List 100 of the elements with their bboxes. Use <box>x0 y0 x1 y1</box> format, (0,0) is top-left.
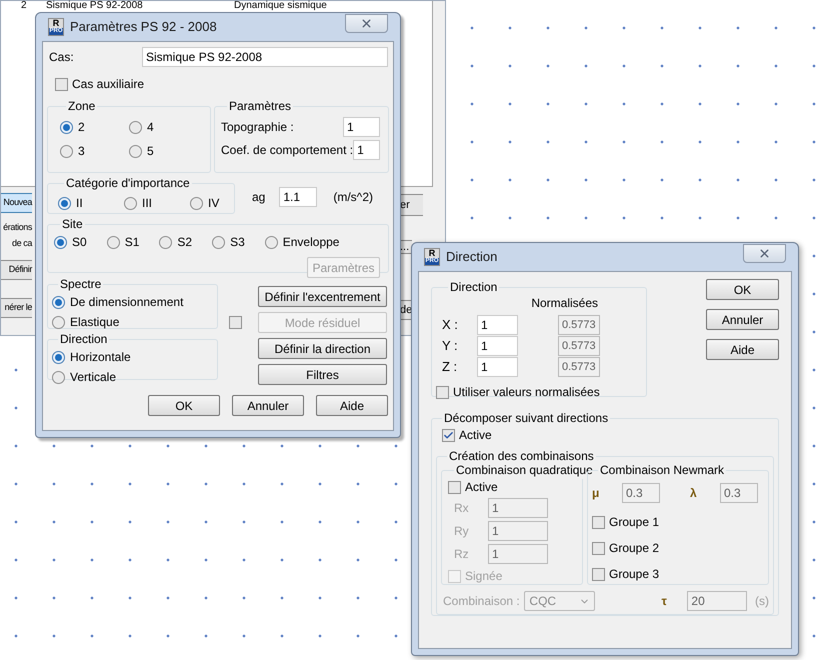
radio-label: III <box>142 195 152 212</box>
checkbox-label: Signée <box>465 568 502 585</box>
input-field[interactable]: 1 <box>343 117 380 137</box>
radio-label: S2 <box>177 234 192 251</box>
radio-label: IV <box>208 195 220 212</box>
group-title: Zone <box>67 98 96 115</box>
radio-label: II <box>76 195 83 212</box>
input-field[interactable]: 1.1 <box>279 187 318 207</box>
radio-button[interactable] <box>52 316 65 328</box>
input-field[interactable]: 0.5773 <box>558 315 600 335</box>
close-button[interactable] <box>743 244 786 262</box>
checkbox-label: Utiliser valeurs normalisées <box>453 384 600 401</box>
input-field[interactable]: Sismique PS 92-2008 <box>142 47 388 67</box>
push-button[interactable]: Définir <box>1 260 32 280</box>
dropdown-value: CQC <box>529 593 556 610</box>
radio-label: S3 <box>230 234 245 251</box>
input-field[interactable]: 1 <box>477 336 518 356</box>
close-icon <box>758 246 771 260</box>
push-button[interactable]: nérer le <box>1 298 32 318</box>
field-label: Ry <box>453 523 470 540</box>
axis-label: Y : <box>442 337 459 356</box>
push-button[interactable]: Nouvea <box>1 193 32 213</box>
group-title: Site <box>61 216 84 233</box>
radio-button[interactable] <box>52 350 65 364</box>
push-button[interactable]: Définir la direction <box>258 338 387 359</box>
axis-label: X : <box>442 316 459 334</box>
field-label: Rz <box>453 546 470 563</box>
push-button[interactable]: Aide <box>706 339 779 360</box>
checkbox-label: Groupe 2 <box>609 540 660 557</box>
push-button[interactable]: Filtres <box>258 364 387 385</box>
radio-button[interactable] <box>129 144 142 158</box>
field-label: ag <box>252 189 266 206</box>
radio-button[interactable] <box>129 120 142 134</box>
close-button[interactable] <box>345 14 388 32</box>
radio-label: S0 <box>72 234 87 251</box>
group-title: Combinaison quadratique <box>455 462 594 479</box>
close-icon <box>360 16 373 30</box>
field-label: Cas: <box>48 49 75 66</box>
input-field[interactable]: 0.5773 <box>558 336 600 356</box>
group-title: Création des combinaisons <box>448 448 595 465</box>
checkbox[interactable] <box>55 78 68 90</box>
radio-label: 5 <box>147 143 154 160</box>
radio-label: 2 <box>78 119 85 136</box>
radio-button[interactable] <box>190 196 203 210</box>
radio-button[interactable] <box>54 236 67 248</box>
label-text: érations <box>2 220 32 234</box>
radio-label: Verticale <box>70 369 116 386</box>
checkbox[interactable] <box>592 542 605 554</box>
push-button[interactable]: OK <box>706 279 779 300</box>
push-button[interactable]: Annuler <box>232 395 304 416</box>
push-button[interactable]: Annuler <box>706 309 779 330</box>
radio-button[interactable] <box>159 236 172 248</box>
input-field[interactable]: 0.3 <box>622 483 660 503</box>
push-button[interactable]: Aide <box>316 395 388 416</box>
checkbox-label: Groupe 3 <box>609 566 660 583</box>
radio-label: Enveloppe <box>282 234 340 251</box>
checkbox[interactable] <box>442 428 455 442</box>
radio-button[interactable] <box>52 296 65 308</box>
checkbox-label: Active <box>459 427 492 444</box>
field-label: Combinaison : <box>443 593 521 610</box>
radio-button[interactable] <box>264 236 278 248</box>
input-field[interactable]: 0.3 <box>720 483 758 503</box>
table-cell-text: 2 <box>20 1 28 11</box>
push-button[interactable]: OK <box>148 395 220 416</box>
input-field[interactable]: 1 <box>477 357 518 377</box>
push-button[interactable]: Définir l'excentrement <box>258 286 387 307</box>
window-title: Paramètres PS 92 - 2008 <box>70 18 217 36</box>
field-label: Rx <box>453 500 470 517</box>
label-text: de ca <box>10 236 32 250</box>
checkbox-label: Cas auxiliaire <box>72 76 144 93</box>
checkbox[interactable] <box>592 568 605 580</box>
window-title: Direction <box>446 248 498 266</box>
input-field[interactable]: 1 <box>353 140 380 160</box>
radio-button[interactable] <box>60 144 73 158</box>
radio-label: De dimensionnement <box>70 294 184 311</box>
group-title: Catégorie d'importance <box>65 175 191 192</box>
radio-button[interactable] <box>60 120 73 134</box>
radio-button[interactable] <box>58 196 71 210</box>
group-title: Paramètres <box>228 98 292 115</box>
group-title: Décomposer suivant directions <box>443 410 610 427</box>
field-label: Topographie : <box>221 119 294 136</box>
checkbox[interactable] <box>229 316 242 329</box>
input-field[interactable]: 1 <box>477 315 518 335</box>
axis-label: Z : <box>442 358 458 376</box>
radio-button[interactable] <box>124 196 137 210</box>
checkbox-label: Active <box>465 479 498 496</box>
field-label: Coef. de comportement : <box>221 142 354 159</box>
checkbox[interactable] <box>592 516 605 528</box>
checkbox[interactable] <box>436 386 449 398</box>
group-title: Combinaison Newmark <box>599 462 726 479</box>
checkbox-label: Groupe 1 <box>609 514 660 531</box>
group-title: Direction <box>59 331 108 348</box>
radio-button[interactable] <box>106 236 120 248</box>
radio-button[interactable] <box>52 370 65 384</box>
greek-symbol: μ <box>592 485 600 502</box>
input-field[interactable]: 0.5773 <box>558 357 600 377</box>
radio-label: S1 <box>124 234 140 251</box>
group-title: Direction <box>449 279 498 296</box>
radio-button[interactable] <box>212 236 226 248</box>
radio-label: 4 <box>147 119 154 136</box>
